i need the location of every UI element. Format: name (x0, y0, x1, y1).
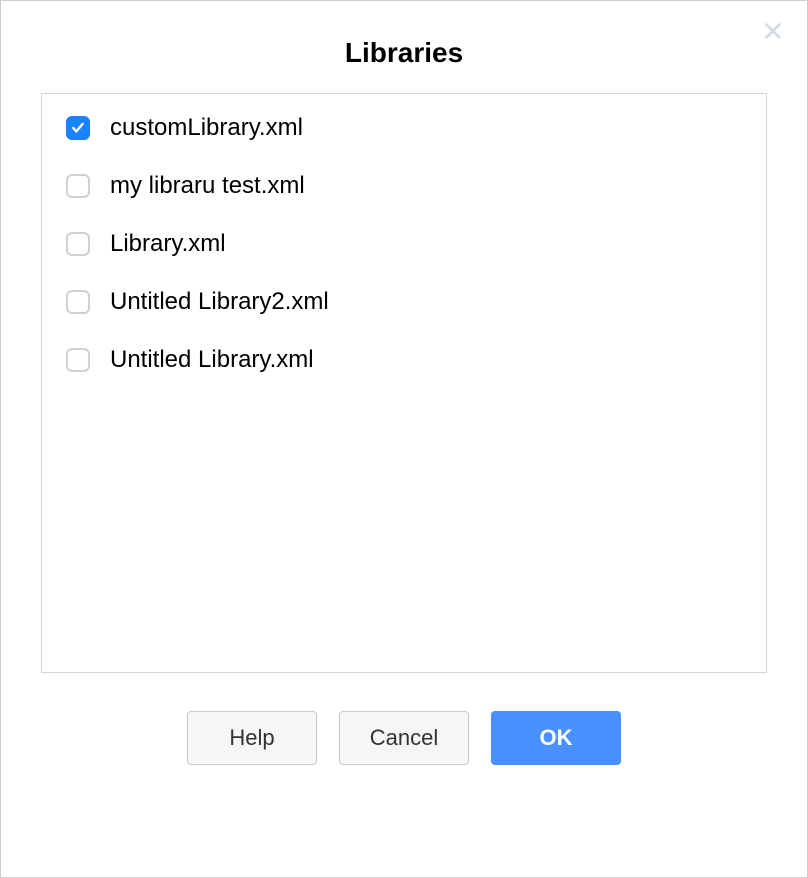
list-item-label: customLibrary.xml (110, 114, 303, 142)
checkbox[interactable] (66, 232, 90, 256)
list-item: Untitled Library.xml (66, 346, 742, 374)
list-item-label: Untitled Library2.xml (110, 288, 329, 316)
ok-button[interactable]: OK (491, 711, 621, 765)
checkbox[interactable] (66, 174, 90, 198)
checkbox[interactable] (66, 290, 90, 314)
list-item: Library.xml (66, 230, 742, 258)
close-icon[interactable] (759, 17, 787, 45)
list-item: my libraru test.xml (66, 172, 742, 200)
checkbox[interactable] (66, 348, 90, 372)
help-button[interactable]: Help (187, 711, 317, 765)
dialog-title: Libraries (1, 37, 807, 69)
dialog-buttons: Help Cancel OK (1, 711, 807, 765)
list-item: customLibrary.xml (66, 114, 742, 142)
checkbox[interactable] (66, 116, 90, 140)
list-item-label: Untitled Library.xml (110, 346, 314, 374)
list-item-label: my libraru test.xml (110, 172, 305, 200)
list-item-label: Library.xml (110, 230, 226, 258)
list-item: Untitled Library2.xml (66, 288, 742, 316)
cancel-button[interactable]: Cancel (339, 711, 469, 765)
libraries-dialog: Libraries customLibrary.xml my libraru t… (0, 0, 808, 878)
library-list: customLibrary.xml my libraru test.xml Li… (41, 93, 767, 673)
